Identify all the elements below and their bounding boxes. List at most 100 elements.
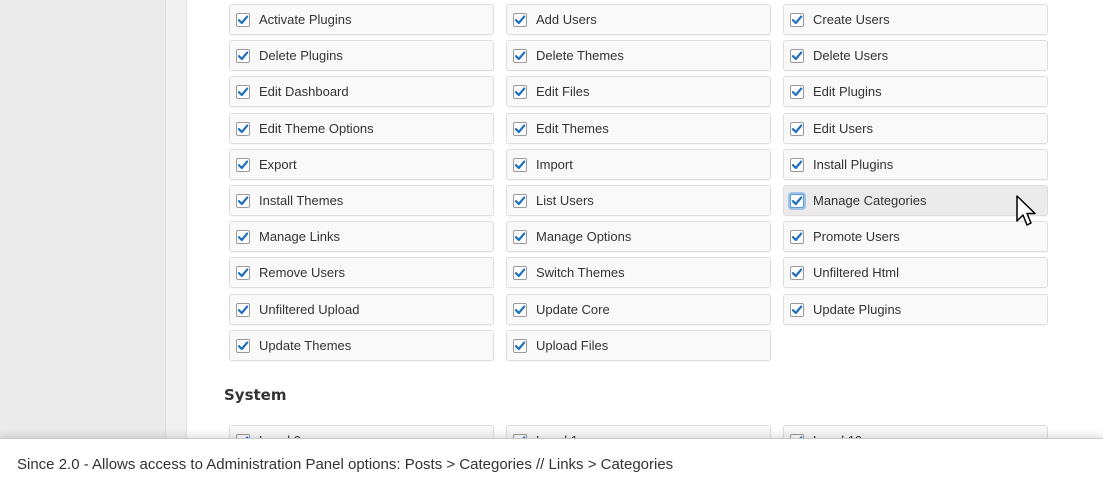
capability-unfiltered-html[interactable]: Unfiltered Html <box>783 257 1048 288</box>
capability-checkbox[interactable] <box>790 12 804 27</box>
capability-install-plugins[interactable]: Install Plugins <box>783 149 1048 180</box>
capability-checkbox[interactable] <box>236 265 250 280</box>
capability-edit-theme-options[interactable]: Edit Theme Options <box>229 113 494 144</box>
checkmark-icon <box>514 51 526 60</box>
capability-checkbox[interactable] <box>513 157 527 172</box>
capability-import[interactable]: Import <box>506 149 771 180</box>
capability-label: Delete Users <box>813 48 889 63</box>
capability-checkbox[interactable] <box>513 302 527 317</box>
capability-label: Update Plugins <box>813 302 902 317</box>
capability-remove-users[interactable]: Remove Users <box>229 257 494 288</box>
capability-checkbox[interactable] <box>513 338 527 353</box>
capability-edit-plugins[interactable]: Edit Plugins <box>783 76 1048 107</box>
capability-checkbox[interactable] <box>790 84 804 99</box>
capability-manage-categories[interactable]: Manage Categories <box>783 185 1048 216</box>
capability-label: Edit Plugins <box>813 84 882 99</box>
capability-edit-files[interactable]: Edit Files <box>506 76 771 107</box>
checkmark-icon <box>514 87 526 96</box>
capability-checkbox[interactable] <box>790 265 804 280</box>
checkmark-icon <box>791 160 803 169</box>
capability-delete-themes[interactable]: Delete Themes <box>506 40 771 71</box>
capability-checkbox[interactable] <box>236 121 250 136</box>
capability-edit-dashboard[interactable]: Edit Dashboard <box>229 76 494 107</box>
capability-activate-plugins[interactable]: Activate Plugins <box>229 4 494 35</box>
checkmark-icon <box>514 305 526 314</box>
capability-checkbox[interactable] <box>513 121 527 136</box>
capability-label: Unfiltered Upload <box>259 302 360 317</box>
admin-sidebar-strip <box>0 0 166 491</box>
checkmark-icon <box>514 124 526 133</box>
capability-promote-users[interactable]: Promote Users <box>783 221 1048 252</box>
capability-create-users[interactable]: Create Users <box>783 4 1048 35</box>
capability-label: Edit Files <box>536 84 590 99</box>
capability-checkbox[interactable] <box>236 48 250 63</box>
capability-switch-themes[interactable]: Switch Themes <box>506 257 771 288</box>
capability-checkbox[interactable] <box>513 265 527 280</box>
checkmark-icon <box>791 196 803 205</box>
checkmark-icon <box>791 305 803 314</box>
capability-label: Update Themes <box>259 338 352 353</box>
capability-checkbox[interactable] <box>236 84 250 99</box>
capability-install-themes[interactable]: Install Themes <box>229 185 494 216</box>
capability-label: Edit Themes <box>536 121 609 136</box>
mouse-pointer-icon <box>1016 195 1036 226</box>
capability-checkbox[interactable] <box>790 48 804 63</box>
capability-label: Add Users <box>536 12 597 27</box>
capability-label: Activate Plugins <box>259 12 352 27</box>
capability-update-plugins[interactable]: Update Plugins <box>783 294 1048 325</box>
checkmark-icon <box>791 232 803 241</box>
capability-label: Export <box>259 157 297 172</box>
checkmark-icon <box>791 15 803 24</box>
capability-edit-users[interactable]: Edit Users <box>783 113 1048 144</box>
capability-checkbox[interactable] <box>236 157 250 172</box>
capability-update-themes[interactable]: Update Themes <box>229 330 494 361</box>
checkmark-icon <box>514 15 526 24</box>
capability-label: Delete Themes <box>536 48 624 63</box>
checkmark-icon <box>237 160 249 169</box>
capability-checkbox[interactable] <box>236 193 250 208</box>
capability-edit-themes[interactable]: Edit Themes <box>506 113 771 144</box>
capability-label: Edit Dashboard <box>259 84 349 99</box>
capability-manage-links[interactable]: Manage Links <box>229 221 494 252</box>
capability-checkbox[interactable] <box>790 302 804 317</box>
capability-checkbox[interactable] <box>513 193 527 208</box>
capability-checkbox[interactable] <box>236 12 250 27</box>
capability-description-tooltip: Since 2.0 - Allows access to Administrat… <box>0 438 1103 491</box>
capability-checkbox[interactable] <box>790 229 804 244</box>
capability-checkbox[interactable] <box>236 338 250 353</box>
checkmark-icon <box>237 305 249 314</box>
capability-checkbox[interactable] <box>236 302 250 317</box>
capability-label: Upload Files <box>536 338 609 353</box>
system-section-heading: System <box>224 386 287 404</box>
checkmark-icon <box>237 87 249 96</box>
capability-checkbox[interactable] <box>513 48 527 63</box>
capability-manage-options[interactable]: Manage Options <box>506 221 771 252</box>
checkmark-icon <box>237 15 249 24</box>
capability-add-users[interactable]: Add Users <box>506 4 771 35</box>
checkmark-icon <box>514 341 526 350</box>
capability-checkbox[interactable] <box>790 193 804 208</box>
capability-label: Import <box>536 157 573 172</box>
capability-checkbox[interactable] <box>790 121 804 136</box>
checkmark-icon <box>237 196 249 205</box>
capability-checkbox[interactable] <box>513 12 527 27</box>
capability-checkbox[interactable] <box>513 229 527 244</box>
capability-checkbox[interactable] <box>790 157 804 172</box>
capability-label: Install Plugins <box>813 157 894 172</box>
capability-update-core[interactable]: Update Core <box>506 294 771 325</box>
capability-label: Delete Plugins <box>259 48 343 63</box>
capability-label: Manage Links <box>259 229 340 244</box>
checkmark-icon <box>791 268 803 277</box>
capability-list-users[interactable]: List Users <box>506 185 771 216</box>
checkmark-icon <box>791 87 803 96</box>
capability-checkbox[interactable] <box>513 84 527 99</box>
capability-delete-users[interactable]: Delete Users <box>783 40 1048 71</box>
checkmark-icon <box>237 341 249 350</box>
capability-unfiltered-upload[interactable]: Unfiltered Upload <box>229 294 494 325</box>
capability-checkbox[interactable] <box>236 229 250 244</box>
capability-label: Remove Users <box>259 265 345 280</box>
capability-upload-files[interactable]: Upload Files <box>506 330 771 361</box>
capability-export[interactable]: Export <box>229 149 494 180</box>
capability-delete-plugins[interactable]: Delete Plugins <box>229 40 494 71</box>
checkmark-icon <box>237 51 249 60</box>
